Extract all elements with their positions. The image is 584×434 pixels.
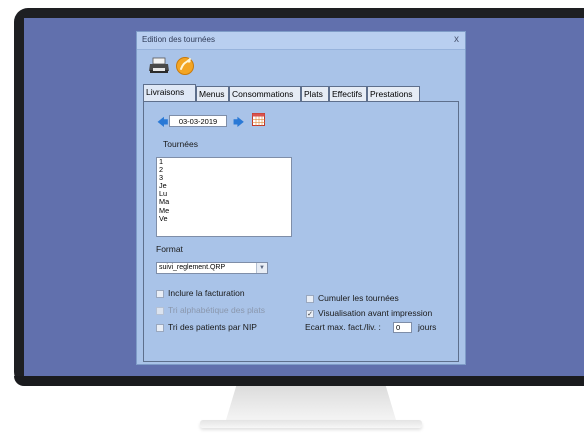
tri-patients-label: Tri des patients par NIP [168, 322, 257, 332]
tri-patients-checkbox[interactable] [156, 324, 164, 332]
tab-plats[interactable]: Plats [301, 86, 329, 101]
tab-consommations[interactable]: Consommations [229, 86, 301, 101]
tri-alphabetique-checkbox[interactable] [156, 307, 164, 315]
printer-icon[interactable] [148, 57, 170, 75]
ecart-unit: jours [418, 322, 437, 332]
tab-prestations[interactable]: Prestations [367, 86, 420, 101]
tournees-label: Tournées [163, 139, 198, 149]
inclure-facturation-checkbox[interactable] [156, 290, 164, 298]
format-selected-value: suivi_reglement.QRP [159, 264, 226, 271]
format-select[interactable]: suivi_reglement.QRP ▼ [156, 262, 268, 274]
tab-livraisons[interactable]: Livraisons [143, 84, 196, 101]
inclure-facturation-label: Inclure la facturation [168, 288, 245, 298]
list-item[interactable]: 2 [157, 165, 291, 174]
play-icon[interactable] [175, 54, 195, 76]
date-field[interactable]: 03-03-2019 [169, 115, 227, 127]
monitor-stand-base [200, 420, 422, 428]
previous-date-arrow-icon[interactable]: 🡄 [157, 114, 168, 133]
chevron-down-icon[interactable]: ▼ [256, 263, 267, 273]
close-icon[interactable]: x [454, 34, 459, 45]
list-item[interactable]: 3 [157, 174, 291, 182]
list-item[interactable]: 1 [157, 157, 291, 166]
list-item[interactable]: Je [157, 182, 291, 190]
tournees-list[interactable]: 1 2 3 Je Lu Ma Me Ve [156, 157, 292, 237]
dialog-titlebar: Edition des tournées x [137, 32, 465, 50]
list-item[interactable]: Ma [157, 198, 291, 206]
list-item[interactable]: Lu [157, 190, 291, 198]
ecart-label: Ecart max. fact./liv. : [305, 322, 381, 332]
tab-menus[interactable]: Menus [196, 86, 229, 101]
next-date-arrow-icon[interactable]: 🡆 [233, 114, 244, 133]
edition-tournees-dialog: Edition des tournées x Livraisons Menus … [136, 31, 466, 365]
monitor-chin [14, 376, 584, 386]
dialog-title: Edition des tournées [142, 35, 215, 44]
format-label: Format [156, 244, 183, 254]
ecart-input[interactable]: 0 [393, 322, 412, 333]
visualisation-checkbox[interactable]: ✓ [306, 310, 314, 318]
monitor-stand [226, 386, 396, 420]
list-item[interactable]: Me [157, 206, 291, 215]
cumuler-tournees-checkbox[interactable] [306, 295, 314, 303]
list-item[interactable]: Ve [157, 214, 291, 223]
tri-alphabetique-label: Tri alphabétique des plats [168, 305, 266, 315]
tab-effectifs[interactable]: Effectifs [329, 86, 367, 101]
visualisation-label: Visualisation avant impression [318, 308, 433, 318]
cumuler-tournees-label: Cumuler les tournées [318, 293, 399, 303]
calendar-icon[interactable] [252, 113, 265, 126]
